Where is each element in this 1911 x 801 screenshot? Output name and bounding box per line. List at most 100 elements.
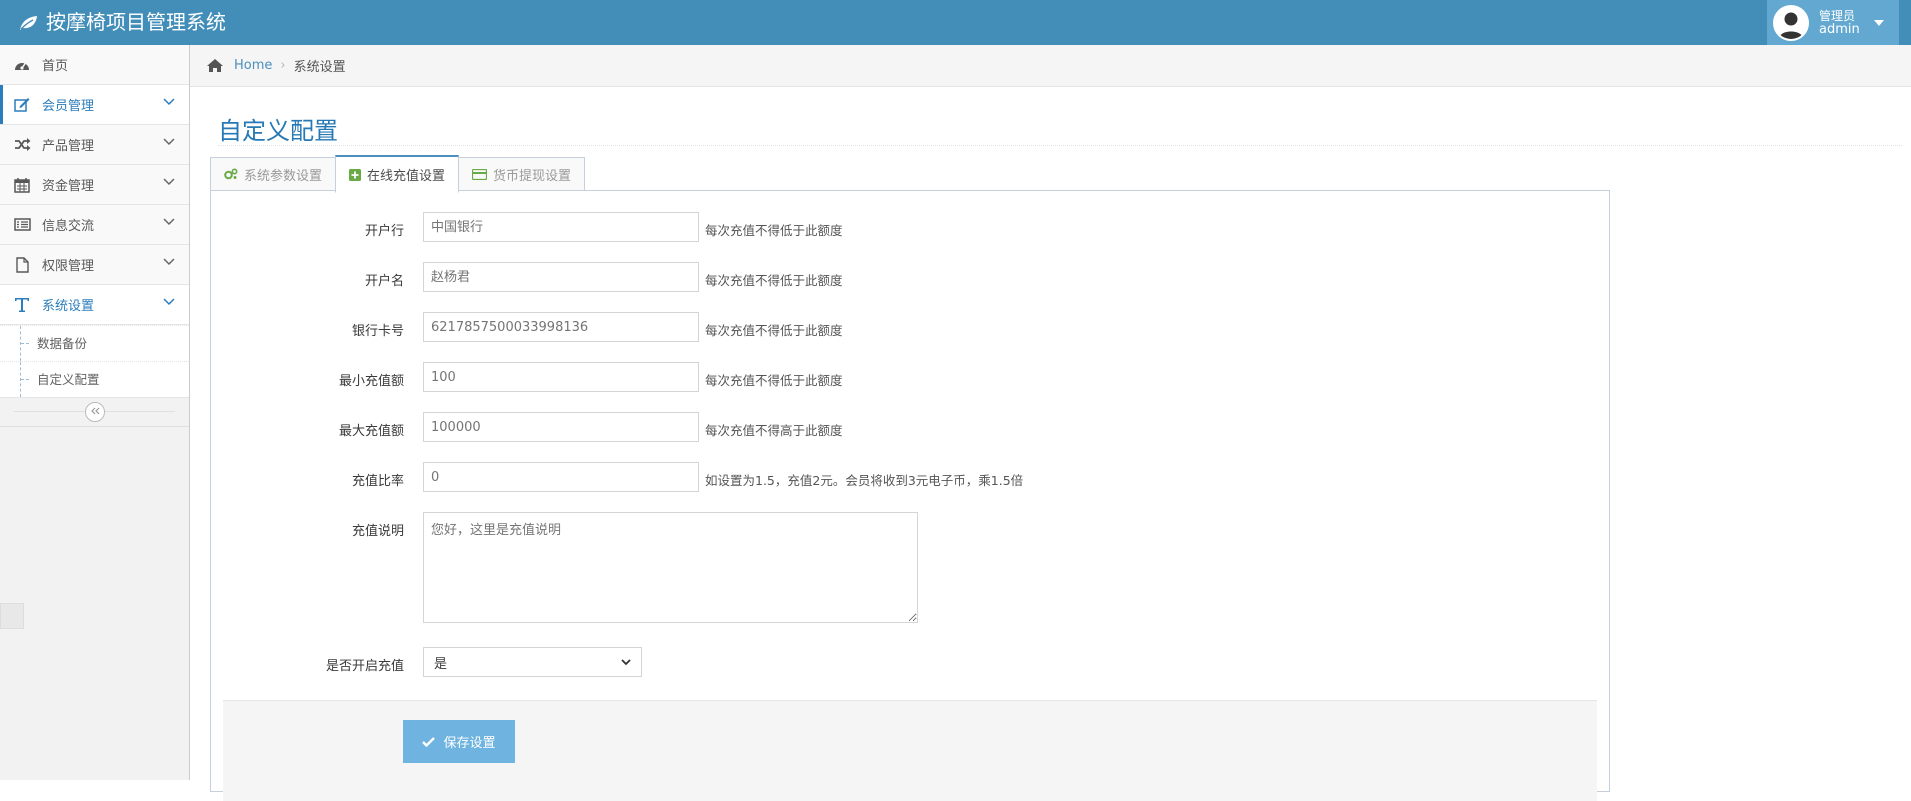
home-icon[interactable] [206,58,224,73]
user-role: 管理员 [1819,8,1856,23]
top-navbar: 按摩椅项目管理系统 管理员 admin [0,0,1911,45]
form-row-enabled: 是否开启充值 是 [211,647,642,677]
form-row-ratio: 充值比率 如设置为1.5，充值2元。会员将收到3元电子币，乘1.5倍 [211,462,1023,492]
file-icon [12,255,32,275]
ratio-help-text: 如设置为1.5，充值2元。会员将收到3元电子币，乘1.5倍 [705,473,1024,488]
form-row-description: 充值说明 [211,512,918,623]
submenu-item-backup[interactable]: 数据备份 [0,325,189,361]
sidebar: 首页 会员管理 产品管理 资金管理 信息交流 权限管理 系统设置 数据备份 自定… [0,45,190,780]
sidebar-item-label: 资金管理 [42,179,95,194]
chevron-down-icon [163,98,175,106]
bank-label: 开户行 [364,224,404,239]
chevron-down-icon [163,258,175,266]
sidebar-item-home[interactable]: 首页 [0,45,189,85]
sidebar-item-label: 信息交流 [42,219,95,234]
breadcrumb: Home › 系统设置 [190,45,1911,87]
tab-currency-withdrawal[interactable]: 货币提现设置 [458,157,586,191]
max-amount-label: 最大充值额 [338,424,404,439]
save-button-label: 保存设置 [443,736,496,751]
sidebar-item-funds[interactable]: 资金管理 [0,165,189,205]
tab-label: 系统参数设置 [244,168,323,184]
chevron-down-icon [163,178,175,186]
max-amount-input[interactable] [423,412,699,442]
enabled-label: 是否开启充值 [325,659,404,674]
user-menu[interactable]: 管理员 admin [1767,0,1899,45]
form-row-min-amount: 最小充值额 每次充值不得低于此额度 [211,362,843,392]
min-amount-label: 最小充值额 [338,374,404,389]
dashboard-icon [12,55,32,75]
user-name: admin [1819,21,1860,37]
avatar [1773,4,1809,41]
user-avatar-icon [1779,12,1803,39]
sidebar-collapse-bar [0,398,189,427]
min-amount-input[interactable] [423,362,699,392]
cogs-icon [224,168,238,180]
sidebar-item-label: 首页 [42,59,69,74]
settings-submenu: 数据备份 自定义配置 [0,325,189,398]
sidebar-item-products[interactable]: 产品管理 [0,125,189,165]
recharge-settings-form: 开户行 每次充值不得低于此额度 开户名 每次充值不得低于此额度 银行卡号 每次充… [210,190,1610,801]
account-name-input[interactable] [423,262,699,292]
chevron-down-icon [163,218,175,226]
enabled-select[interactable]: 是 [423,647,642,677]
form-row-max-amount: 最大充值额 每次充值不得高于此额度 [211,412,843,442]
page-title: 自定义配置 [218,117,338,145]
sidebar-item-label: 系统设置 [42,299,95,314]
chevron-down-icon [163,138,175,146]
bank-input[interactable] [423,212,699,242]
user-info: 管理员 admin [1819,9,1860,37]
sidebar-item-settings[interactable]: 系统设置 [0,285,189,325]
edit-icon [12,95,32,115]
sidebar-item-members[interactable]: 会员管理 [0,85,189,125]
sidebar-item-messages[interactable]: 信息交流 [0,205,189,245]
form-actions: 保存设置 [223,700,1597,801]
form-row-bank: 开户行 每次充值不得低于此额度 [211,212,843,242]
enabled-select-value: 是 [434,656,448,672]
plus-square-icon [349,168,362,181]
breadcrumb-current: 系统设置 [293,60,346,75]
app-brand[interactable]: 按摩椅项目管理系统 [18,0,226,45]
settings-tabs: 系统参数设置 在线充值设置 货币提现设置 [210,155,586,193]
submenu-item-custom-config[interactable]: 自定义配置 [0,361,189,397]
card-no-label: 银行卡号 [351,324,404,339]
leaf-icon [20,15,37,30]
list-icon [12,215,32,235]
chevron-down-icon [621,658,631,665]
text-icon [12,295,32,315]
chevron-down-icon [163,298,175,306]
tab-system-params[interactable]: 系统参数设置 [210,157,337,191]
bank-help-text: 每次充值不得低于此额度 [705,223,843,238]
description-textarea[interactable] [423,512,918,623]
account-name-label: 开户名 [364,274,404,289]
tab-online-recharge[interactable]: 在线充值设置 [335,155,460,193]
breadcrumb-home-link[interactable]: Home [234,58,272,73]
check-icon [422,736,436,747]
sidebar-toggle-handle[interactable] [0,603,24,629]
card-no-input[interactable] [423,312,699,342]
min-amount-help-text: 每次充值不得低于此额度 [705,373,843,388]
ratio-input[interactable] [423,462,699,492]
account-name-help-text: 每次充值不得低于此额度 [705,273,843,288]
page-header: 自定义配置 [218,97,1902,146]
tab-label: 在线充值设置 [367,169,446,184]
description-label: 充值说明 [351,524,404,539]
tab-label: 货币提现设置 [493,168,572,184]
form-row-account-name: 开户名 每次充值不得低于此额度 [211,262,843,292]
double-chevron-left-icon [91,407,100,415]
credit-card-icon [472,168,488,180]
calendar-icon [12,175,32,195]
ratio-label: 充值比率 [351,474,404,489]
save-settings-button[interactable]: 保存设置 [403,720,515,763]
card-no-help-text: 每次充值不得低于此额度 [705,323,843,338]
form-row-card-no: 银行卡号 每次充值不得低于此额度 [211,312,843,342]
main-content: 自定义配置 系统参数设置 在线充值设置 货币提现设置 开户行 每次充值不得低于此… [190,87,1911,801]
app-title: 按摩椅项目管理系统 [46,10,226,34]
collapse-sidebar-button[interactable] [85,402,105,422]
sidebar-item-label: 产品管理 [42,139,95,154]
max-amount-help-text: 每次充值不得高于此额度 [705,423,843,438]
random-icon [12,135,32,155]
breadcrumb-separator: › [280,58,286,73]
caret-down-icon [1873,19,1884,26]
sidebar-item-label: 权限管理 [42,259,95,274]
sidebar-item-permissions[interactable]: 权限管理 [0,245,189,285]
